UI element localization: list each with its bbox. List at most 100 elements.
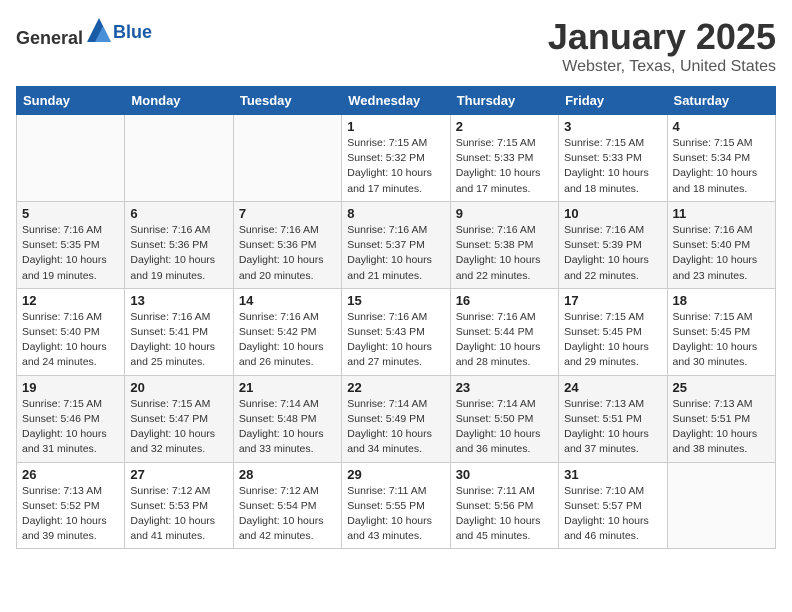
calendar-cell: 19 Sunrise: 7:15 AM Sunset: 5:46 PM Dayli… bbox=[17, 375, 125, 462]
title-area: January 2025 Webster, Texas, United Stat… bbox=[548, 16, 776, 76]
calendar-cell: 27 Sunrise: 7:12 AM Sunset: 5:53 PM Dayli… bbox=[125, 462, 233, 549]
calendar-cell: 8 Sunrise: 7:16 AM Sunset: 5:37 PM Daylig… bbox=[342, 201, 450, 288]
calendar-week-row: 5 Sunrise: 7:16 AM Sunset: 5:35 PM Daylig… bbox=[17, 201, 776, 288]
calendar-week-row: 1Sunrise: 7:15 AM Sunset: 5:32 PM Daylig… bbox=[17, 115, 776, 202]
cell-info: Sunrise: 7:14 AM Sunset: 5:48 PM Dayligh… bbox=[239, 397, 336, 458]
calendar-cell: 2 Sunrise: 7:15 AM Sunset: 5:33 PM Daylig… bbox=[450, 115, 558, 202]
calendar-cell: 23 Sunrise: 7:14 AM Sunset: 5:50 PM Dayli… bbox=[450, 375, 558, 462]
cell-day-number: 20 bbox=[130, 380, 227, 395]
cell-info: Sunrise: 7:12 AM Sunset: 5:53 PM Dayligh… bbox=[130, 484, 227, 545]
cell-info: Sunrise: 7:15 AM Sunset: 5:45 PM Dayligh… bbox=[564, 310, 661, 371]
calendar-cell bbox=[667, 462, 775, 549]
calendar-cell bbox=[233, 115, 341, 202]
calendar-cell: 1Sunrise: 7:15 AM Sunset: 5:32 PM Daylig… bbox=[342, 115, 450, 202]
header-friday: Friday bbox=[559, 87, 667, 115]
calendar-cell: 20 Sunrise: 7:15 AM Sunset: 5:47 PM Dayli… bbox=[125, 375, 233, 462]
cell-day-number: 27 bbox=[130, 467, 227, 482]
header-monday: Monday bbox=[125, 87, 233, 115]
page-header: General Blue January 2025 Webster, Texas… bbox=[16, 16, 776, 76]
cell-day-number: 1 bbox=[347, 119, 444, 134]
cell-day-number: 22 bbox=[347, 380, 444, 395]
cell-day-number: 30 bbox=[456, 467, 553, 482]
cell-info: Sunrise: 7:11 AM Sunset: 5:56 PM Dayligh… bbox=[456, 484, 553, 545]
calendar-cell: 14Sunrise: 7:16 AM Sunset: 5:42 PM Dayli… bbox=[233, 288, 341, 375]
cell-info: Sunrise: 7:10 AM Sunset: 5:57 PM Dayligh… bbox=[564, 484, 661, 545]
cell-info: Sunrise: 7:16 AM Sunset: 5:40 PM Dayligh… bbox=[22, 310, 119, 371]
cell-day-number: 17 bbox=[564, 293, 661, 308]
calendar-cell: 24Sunrise: 7:13 AM Sunset: 5:51 PM Dayli… bbox=[559, 375, 667, 462]
cell-info: Sunrise: 7:15 AM Sunset: 5:45 PM Dayligh… bbox=[673, 310, 770, 371]
cell-info: Sunrise: 7:13 AM Sunset: 5:52 PM Dayligh… bbox=[22, 484, 119, 545]
cell-info: Sunrise: 7:15 AM Sunset: 5:33 PM Dayligh… bbox=[456, 136, 553, 197]
cell-day-number: 29 bbox=[347, 467, 444, 482]
cell-info: Sunrise: 7:16 AM Sunset: 5:43 PM Dayligh… bbox=[347, 310, 444, 371]
cell-day-number: 15 bbox=[347, 293, 444, 308]
cell-info: Sunrise: 7:16 AM Sunset: 5:37 PM Dayligh… bbox=[347, 223, 444, 284]
calendar-cell: 11Sunrise: 7:16 AM Sunset: 5:40 PM Dayli… bbox=[667, 201, 775, 288]
cell-day-number: 2 bbox=[456, 119, 553, 134]
logo: General Blue bbox=[16, 16, 152, 49]
calendar-cell: 10Sunrise: 7:16 AM Sunset: 5:39 PM Dayli… bbox=[559, 201, 667, 288]
calendar-cell: 5 Sunrise: 7:16 AM Sunset: 5:35 PM Daylig… bbox=[17, 201, 125, 288]
cell-day-number: 8 bbox=[347, 206, 444, 221]
days-header-row: Sunday Monday Tuesday Wednesday Thursday… bbox=[17, 87, 776, 115]
cell-day-number: 23 bbox=[456, 380, 553, 395]
calendar-cell bbox=[17, 115, 125, 202]
calendar-cell: 13 Sunrise: 7:16 AM Sunset: 5:41 PM Dayli… bbox=[125, 288, 233, 375]
calendar-cell: 16Sunrise: 7:16 AM Sunset: 5:44 PM Dayli… bbox=[450, 288, 558, 375]
cell-day-number: 4 bbox=[673, 119, 770, 134]
cell-day-number: 18 bbox=[673, 293, 770, 308]
cell-info: Sunrise: 7:16 AM Sunset: 5:44 PM Dayligh… bbox=[456, 310, 553, 371]
calendar-week-row: 26Sunrise: 7:13 AM Sunset: 5:52 PM Dayli… bbox=[17, 462, 776, 549]
calendar-table: Sunday Monday Tuesday Wednesday Thursday… bbox=[16, 86, 776, 549]
cell-info: Sunrise: 7:16 AM Sunset: 5:35 PM Dayligh… bbox=[22, 223, 119, 284]
calendar-week-row: 12 Sunrise: 7:16 AM Sunset: 5:40 PM Dayli… bbox=[17, 288, 776, 375]
cell-info: Sunrise: 7:16 AM Sunset: 5:41 PM Dayligh… bbox=[130, 310, 227, 371]
cell-day-number: 12 bbox=[22, 293, 119, 308]
cell-day-number: 28 bbox=[239, 467, 336, 482]
header-sunday: Sunday bbox=[17, 87, 125, 115]
calendar-cell: 3 Sunrise: 7:15 AM Sunset: 5:33 PM Daylig… bbox=[559, 115, 667, 202]
calendar-cell: 6 Sunrise: 7:16 AM Sunset: 5:36 PM Daylig… bbox=[125, 201, 233, 288]
calendar-cell: 21Sunrise: 7:14 AM Sunset: 5:48 PM Dayli… bbox=[233, 375, 341, 462]
cell-info: Sunrise: 7:15 AM Sunset: 5:33 PM Dayligh… bbox=[564, 136, 661, 197]
calendar-cell: 30 Sunrise: 7:11 AM Sunset: 5:56 PM Dayli… bbox=[450, 462, 558, 549]
cell-info: Sunrise: 7:11 AM Sunset: 5:55 PM Dayligh… bbox=[347, 484, 444, 545]
cell-day-number: 9 bbox=[456, 206, 553, 221]
cell-info: Sunrise: 7:14 AM Sunset: 5:50 PM Dayligh… bbox=[456, 397, 553, 458]
cell-day-number: 13 bbox=[130, 293, 227, 308]
cell-day-number: 5 bbox=[22, 206, 119, 221]
logo-general: General bbox=[16, 28, 83, 48]
calendar-title: January 2025 bbox=[548, 16, 776, 58]
header-tuesday: Tuesday bbox=[233, 87, 341, 115]
calendar-cell: 26Sunrise: 7:13 AM Sunset: 5:52 PM Dayli… bbox=[17, 462, 125, 549]
cell-day-number: 19 bbox=[22, 380, 119, 395]
cell-info: Sunrise: 7:16 AM Sunset: 5:40 PM Dayligh… bbox=[673, 223, 770, 284]
header-saturday: Saturday bbox=[667, 87, 775, 115]
cell-info: Sunrise: 7:14 AM Sunset: 5:49 PM Dayligh… bbox=[347, 397, 444, 458]
cell-day-number: 6 bbox=[130, 206, 227, 221]
calendar-cell: 18 Sunrise: 7:15 AM Sunset: 5:45 PM Dayli… bbox=[667, 288, 775, 375]
cell-day-number: 3 bbox=[564, 119, 661, 134]
calendar-cell: 28Sunrise: 7:12 AM Sunset: 5:54 PM Dayli… bbox=[233, 462, 341, 549]
cell-day-number: 25 bbox=[673, 380, 770, 395]
cell-info: Sunrise: 7:16 AM Sunset: 5:36 PM Dayligh… bbox=[130, 223, 227, 284]
calendar-cell: 17 Sunrise: 7:15 AM Sunset: 5:45 PM Dayli… bbox=[559, 288, 667, 375]
calendar-cell: 29 Sunrise: 7:11 AM Sunset: 5:55 PM Dayli… bbox=[342, 462, 450, 549]
calendar-cell: 4Sunrise: 7:15 AM Sunset: 5:34 PM Daylig… bbox=[667, 115, 775, 202]
cell-info: Sunrise: 7:15 AM Sunset: 5:47 PM Dayligh… bbox=[130, 397, 227, 458]
cell-info: Sunrise: 7:15 AM Sunset: 5:46 PM Dayligh… bbox=[22, 397, 119, 458]
header-wednesday: Wednesday bbox=[342, 87, 450, 115]
calendar-cell: 22 Sunrise: 7:14 AM Sunset: 5:49 PM Dayli… bbox=[342, 375, 450, 462]
cell-day-number: 31 bbox=[564, 467, 661, 482]
cell-day-number: 7 bbox=[239, 206, 336, 221]
calendar-subtitle: Webster, Texas, United States bbox=[548, 58, 776, 76]
calendar-cell: 25Sunrise: 7:13 AM Sunset: 5:51 PM Dayli… bbox=[667, 375, 775, 462]
cell-info: Sunrise: 7:16 AM Sunset: 5:42 PM Dayligh… bbox=[239, 310, 336, 371]
calendar-cell: 12 Sunrise: 7:16 AM Sunset: 5:40 PM Dayli… bbox=[17, 288, 125, 375]
cell-info: Sunrise: 7:16 AM Sunset: 5:36 PM Dayligh… bbox=[239, 223, 336, 284]
calendar-cell bbox=[125, 115, 233, 202]
calendar-cell: 9Sunrise: 7:16 AM Sunset: 5:38 PM Daylig… bbox=[450, 201, 558, 288]
calendar-cell: 15 Sunrise: 7:16 AM Sunset: 5:43 PM Dayli… bbox=[342, 288, 450, 375]
header-thursday: Thursday bbox=[450, 87, 558, 115]
